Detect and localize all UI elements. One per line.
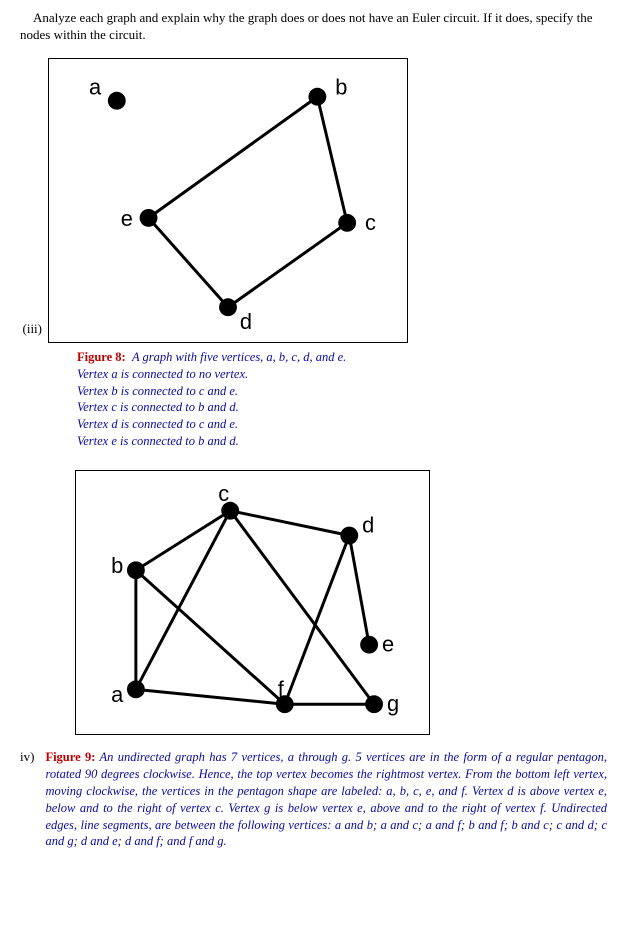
vertex-e-label: e: [121, 206, 133, 231]
vertex-a-node: [108, 92, 126, 110]
vertex-d-node: [340, 527, 358, 545]
figure-9-graph: a b c d e f g: [75, 470, 430, 735]
vertex-d-label: d: [240, 309, 252, 334]
vertex-b-label: b: [111, 553, 123, 578]
vertex-a-node: [127, 680, 145, 698]
vertex-b-node: [127, 561, 145, 579]
vertex-c-label: c: [365, 210, 376, 235]
vertex-b-label: b: [335, 75, 347, 100]
figure-8-graph: a b c d e: [48, 58, 408, 343]
vertex-e-label: e: [382, 632, 394, 657]
list-marker-iv: iv): [20, 749, 40, 765]
list-marker-iii: (iii): [20, 321, 48, 337]
vertex-e-node: [140, 209, 158, 227]
figure-8-label: Figure 8:: [77, 350, 126, 364]
vertex-g-node: [365, 695, 383, 713]
vertex-f-label: f: [278, 676, 285, 701]
question-prompt: Analyze each graph and explain why the g…: [20, 10, 615, 44]
figure-9-label: Figure 9:: [45, 750, 95, 764]
vertex-g-label: g: [387, 691, 399, 716]
vertex-a-label: a: [89, 75, 102, 100]
vertex-b-node: [308, 88, 326, 106]
vertex-d-node: [219, 298, 237, 316]
figure-9-caption: Figure 9: An undirected graph has 7 vert…: [45, 749, 615, 850]
vertex-e-node: [360, 636, 378, 654]
vertex-c-node: [338, 214, 356, 232]
vertex-d-label: d: [362, 513, 374, 538]
figure-8-caption: Figure 8: A graph with five vertices, a,…: [77, 349, 615, 450]
vertex-c-label: c: [218, 481, 229, 506]
vertex-a-label: a: [111, 682, 124, 707]
